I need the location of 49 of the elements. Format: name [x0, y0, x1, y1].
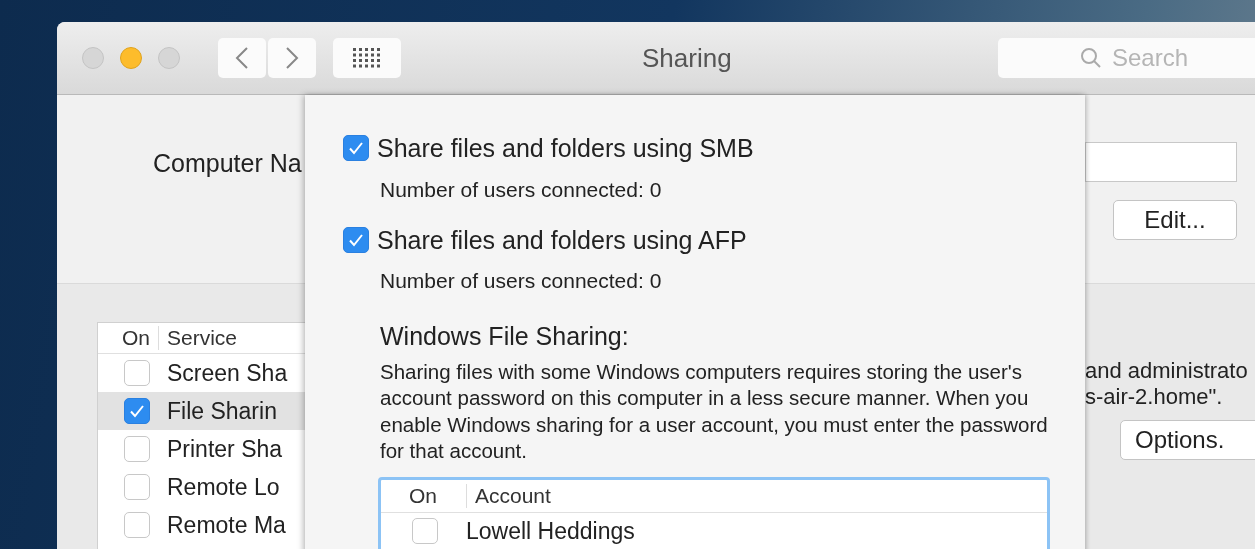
service-row[interactable]: Screen Sha [98, 354, 305, 392]
options-button[interactable]: Options. [1120, 420, 1255, 460]
forward-button[interactable] [268, 38, 316, 78]
column-header: On [408, 484, 438, 509]
column-header: Account [466, 484, 551, 509]
checkbox-label: Share files and folders using SMB [377, 133, 754, 163]
column-header: On [121, 326, 151, 350]
info-text: s-air-2.home". [1085, 384, 1224, 410]
chevron-left-icon [235, 46, 249, 70]
close-button[interactable] [82, 47, 104, 69]
section-heading: Windows File Sharing: [380, 321, 630, 351]
service-row[interactable]: File Sharin [98, 392, 305, 430]
checkbox[interactable] [124, 398, 150, 424]
description-text: Sharing files with some Windows computers requires storing the user's account password on this computer in a less secure manner. When you enable Windows sharing for a user account, you must enter the password for that account. [380, 359, 1049, 464]
chevron-right-icon [285, 46, 299, 70]
service-name: Printer Sha [166, 435, 283, 463]
account-name: Lowell Heddings [466, 517, 635, 545]
status-text: Number of users connected: 0 [380, 268, 663, 294]
zoom-button[interactable] [158, 47, 180, 69]
check-icon [348, 141, 364, 155]
status-text: Number of users connected: 0 [380, 177, 663, 203]
checkbox[interactable] [412, 518, 438, 545]
service-name: Remote Lo [166, 473, 280, 501]
minimize-button[interactable] [120, 47, 142, 69]
check-icon [348, 233, 364, 247]
checkbox-label: Share files and folders using AFP [377, 225, 747, 255]
back-button[interactable] [218, 38, 266, 78]
service-row[interactable]: Remote Ma [98, 506, 305, 544]
checkbox[interactable] [124, 474, 150, 500]
checkbox[interactable] [124, 436, 150, 462]
search-icon [1080, 47, 1102, 69]
grid-icon [353, 48, 381, 68]
show-all-button[interactable] [333, 38, 401, 78]
field-label: Computer Na [152, 148, 303, 178]
service-name: File Sharin [166, 397, 277, 425]
service-row[interactable]: Remote Lo [98, 468, 305, 506]
service-name: Remote Ma [166, 511, 286, 539]
checkbox[interactable] [124, 360, 150, 386]
edit-button[interactable]: Edit... [1113, 200, 1237, 240]
checkbox[interactable] [343, 227, 369, 253]
checkbox[interactable] [124, 512, 150, 538]
checkbox[interactable] [343, 135, 369, 161]
service-name: Screen Sha [166, 359, 288, 387]
info-text: and administrato [1085, 358, 1249, 384]
service-row[interactable]: Printer Sha [98, 430, 305, 468]
window-title: Sharing [642, 41, 732, 75]
computer-name-field[interactable] [1085, 142, 1237, 182]
check-icon [129, 404, 145, 418]
column-header: Service [158, 326, 238, 350]
